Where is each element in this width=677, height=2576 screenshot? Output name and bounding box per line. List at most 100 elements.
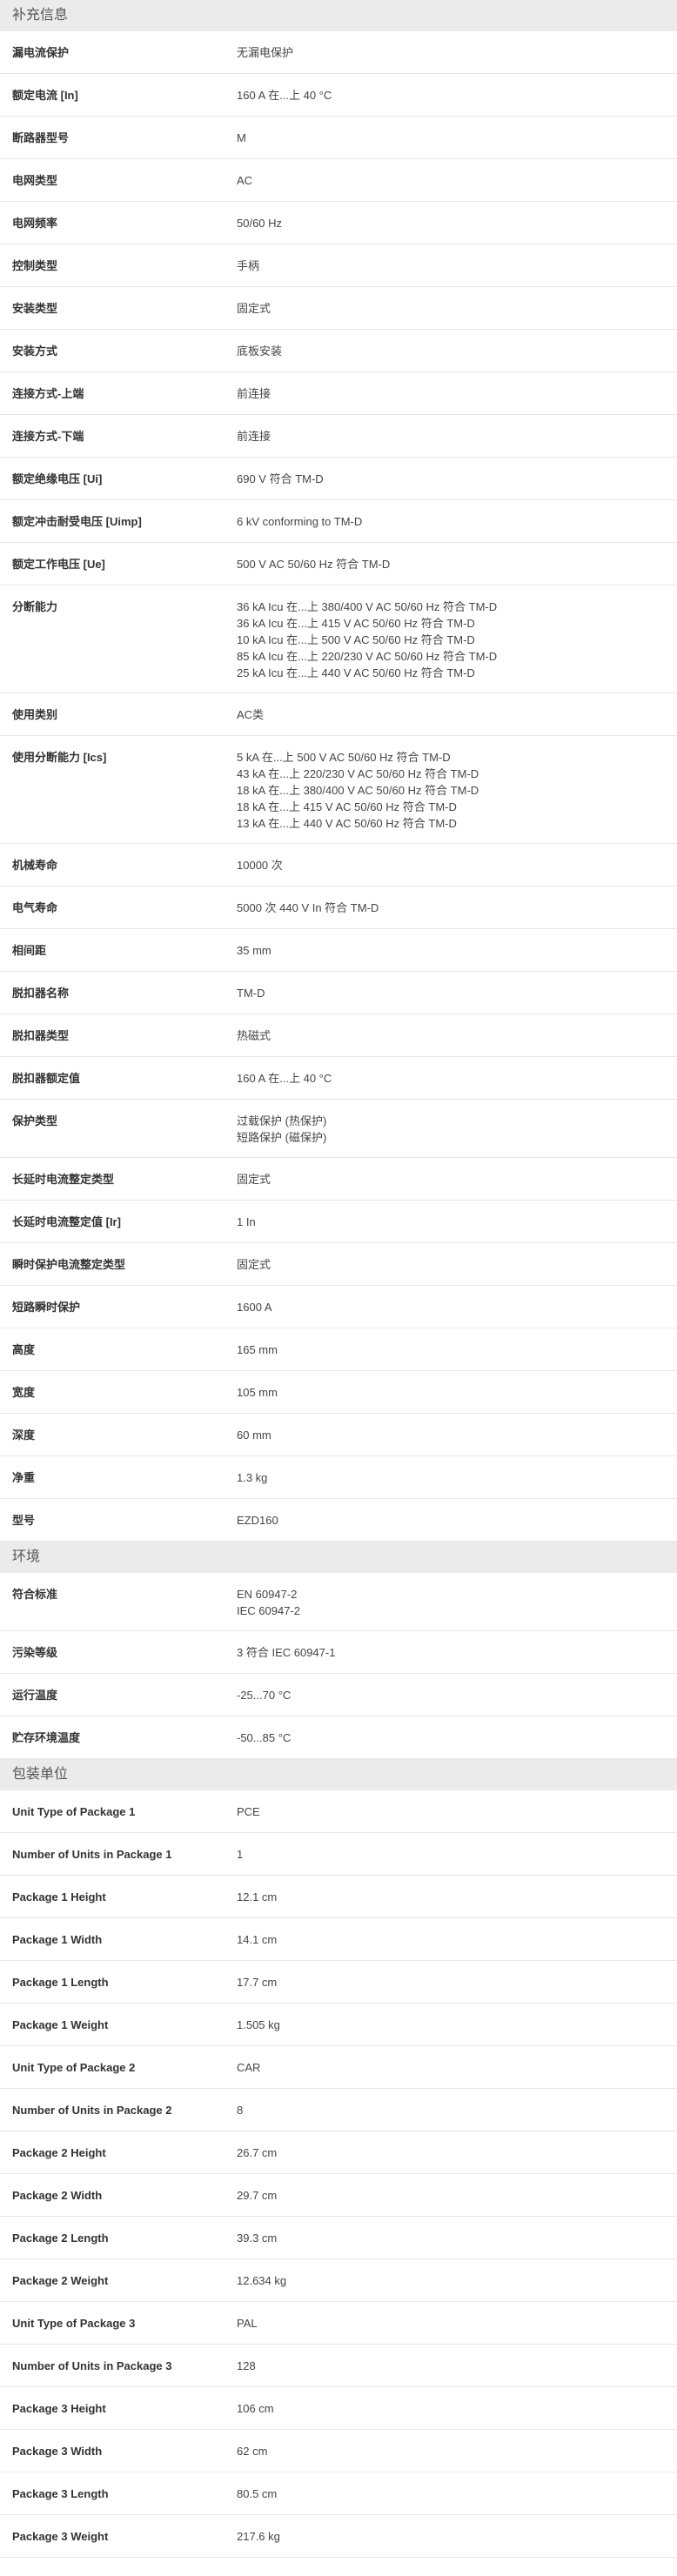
- spec-value: 690 V 符合 TM-D: [226, 471, 677, 488]
- spec-label: 电气寿命: [12, 901, 58, 914]
- spec-value-line: 62 cm: [237, 2445, 268, 2458]
- spec-value-line: 165 mm: [237, 1343, 278, 1356]
- spec-label: 污染等级: [12, 1646, 58, 1659]
- spec-value-line: 128: [237, 2359, 256, 2372]
- spec-value-line: 105 mm: [237, 1386, 278, 1399]
- spec-row: 短路瞬时保护 1600 A: [0, 1286, 677, 1328]
- spec-value: 10000 次: [226, 857, 677, 874]
- spec-label: Package 1 Weight: [12, 2018, 109, 2031]
- spec-value: 60 mm: [226, 1427, 677, 1444]
- spec-value-line: 39.3 cm: [237, 2231, 278, 2245]
- spec-value: 35 mm: [226, 942, 677, 960]
- spec-value: 217.6 kg: [226, 2528, 677, 2546]
- spec-row: 宽度 105 mm: [0, 1371, 677, 1414]
- spec-label: Number of Units in Package 2: [12, 2104, 172, 2117]
- spec-row: 漏电流保护 无漏电保护: [0, 31, 677, 74]
- spec-row: Package 2 Length 39.3 cm: [0, 2217, 677, 2259]
- spec-value-line: 43 kA 在...上 220/230 V AC 50/60 Hz 符合 TM-…: [237, 767, 479, 780]
- spec-value-line: 80.5 cm: [237, 2487, 278, 2500]
- spec-value: EZD160: [226, 1512, 677, 1529]
- spec-row: 分断能力 36 kA Icu 在...上 380/400 V AC 50/60 H…: [0, 585, 677, 693]
- spec-row: Package 1 Width 14.1 cm: [0, 1918, 677, 1961]
- spec-label: 运行温度: [12, 1689, 58, 1702]
- spec-label: Package 3 Height: [12, 2402, 106, 2415]
- spec-value-line: 13 kA 在...上 440 V AC 50/60 Hz 符合 TM-D: [237, 817, 457, 830]
- spec-label: 脱扣器类型: [12, 1029, 70, 1042]
- spec-value: 29.7 cm: [226, 2187, 677, 2205]
- spec-value: PCE: [226, 1803, 677, 1821]
- spec-value: 前连接: [226, 428, 677, 445]
- spec-value-line: 35 mm: [237, 944, 271, 957]
- spec-value-line: 5000 次 440 V In 符合 TM-D: [237, 901, 379, 914]
- spec-value-line: 6 kV conforming to TM-D: [237, 515, 363, 528]
- spec-value-line: 短路保护 (磁保护): [237, 1131, 327, 1144]
- spec-value: 热磁式: [226, 1027, 677, 1045]
- spec-value: EN 60947-2 IEC 60947-2: [226, 1586, 677, 1619]
- spec-row: 安装方式 底板安装: [0, 330, 677, 372]
- spec-row: 额定电流 [In] 160 A 在...上 40 °C: [0, 74, 677, 117]
- spec-value: 12.634 kg: [226, 2272, 677, 2290]
- spec-value: 无漏电保护: [226, 44, 677, 62]
- spec-value-line: 热磁式: [237, 1029, 271, 1042]
- spec-row: 电网频率 50/60 Hz: [0, 202, 677, 244]
- spec-value-line: 10 kA Icu 在...上 500 V AC 50/60 Hz 符合 TM-…: [237, 633, 475, 646]
- spec-row: 高度 165 mm: [0, 1328, 677, 1371]
- spec-value: 1 In: [226, 1214, 677, 1231]
- spec-value-line: 8: [237, 2104, 244, 2117]
- spec-value-line: 18 kA 在...上 415 V AC 50/60 Hz 符合 TM-D: [237, 800, 457, 813]
- spec-row: 使用分断能力 [Ics] 5 kA 在...上 500 V AC 50/60 Hz…: [0, 736, 677, 844]
- spec-row: 安装类型 固定式: [0, 287, 677, 330]
- spec-value: PAL: [226, 2315, 677, 2332]
- spec-value-line: 1600 A: [237, 1301, 272, 1314]
- spec-label: Package 2 Height: [12, 2146, 106, 2159]
- spec-value-line: 1.505 kg: [237, 2018, 280, 2031]
- spec-value: 36 kA Icu 在...上 380/400 V AC 50/60 Hz 符合…: [226, 599, 677, 681]
- spec-value: 105 mm: [226, 1384, 677, 1402]
- spec-value: CAR: [226, 2059, 677, 2077]
- spec-label: 净重: [12, 1471, 36, 1484]
- spec-value-line: 14.1 cm: [237, 1933, 278, 1946]
- spec-row: 额定工作电压 [Ue] 500 V AC 50/60 Hz 符合 TM-D: [0, 543, 677, 585]
- spec-value-line: 217.6 kg: [237, 2530, 280, 2543]
- spec-value-line: 500 V AC 50/60 Hz 符合 TM-D: [237, 558, 391, 571]
- spec-value-line: 过载保护 (热保护): [237, 1114, 327, 1127]
- spec-row: 型号 EZD160: [0, 1499, 677, 1542]
- spec-label: 高度: [12, 1343, 36, 1356]
- spec-label: 长延时电流整定值 [Ir]: [12, 1215, 121, 1228]
- spec-row: Unit Type of Package 3 PAL: [0, 2302, 677, 2345]
- spec-value: AC类: [226, 706, 677, 724]
- spec-value: 过载保护 (热保护) 短路保护 (磁保护): [226, 1113, 677, 1146]
- spec-value-line: 36 kA Icu 在...上 380/400 V AC 50/60 Hz 符合…: [237, 600, 498, 613]
- spec-row: 长延时电流整定值 [Ir] 1 In: [0, 1201, 677, 1243]
- section-header: 环境: [0, 1542, 677, 1573]
- spec-value-line: 85 kA Icu 在...上 220/230 V AC 50/60 Hz 符合…: [237, 650, 498, 663]
- spec-value-line: 160 A 在...上 40 °C: [237, 89, 332, 102]
- spec-value: 固定式: [226, 1171, 677, 1188]
- spec-label: 安装类型: [12, 302, 58, 315]
- spec-value-line: 106 cm: [237, 2402, 274, 2415]
- spec-label: Package 1 Height: [12, 1890, 106, 1904]
- spec-value: 12.1 cm: [226, 1889, 677, 1906]
- spec-value: 165 mm: [226, 1342, 677, 1359]
- spec-label: Package 2 Weight: [12, 2274, 109, 2287]
- section-header: 包装单位: [0, 1759, 677, 1790]
- spec-label: 长延时电流整定类型: [12, 1173, 115, 1186]
- spec-value-line: 前连接: [237, 430, 271, 443]
- spec-row: 脱扣器类型 热磁式: [0, 1014, 677, 1057]
- spec-label: 瞬时保护电流整定类型: [12, 1258, 126, 1271]
- spec-label: Package 3 Weight: [12, 2530, 109, 2543]
- spec-value-line: TM-D: [237, 987, 265, 1000]
- spec-value: 5000 次 440 V In 符合 TM-D: [226, 900, 677, 917]
- spec-label: 相间距: [12, 944, 47, 957]
- spec-row: 脱扣器额定值 160 A 在...上 40 °C: [0, 1057, 677, 1100]
- spec-row: 额定绝缘电压 [Ui] 690 V 符合 TM-D: [0, 458, 677, 500]
- spec-label: 型号: [12, 1514, 36, 1527]
- spec-label: 保护类型: [12, 1114, 58, 1127]
- spec-label: 电网类型: [12, 174, 58, 187]
- spec-value-line: IEC 60947-2: [237, 1604, 300, 1617]
- spec-row: 保护类型 过载保护 (热保护) 短路保护 (磁保护): [0, 1100, 677, 1158]
- spec-row: Package 1 Weight 1.505 kg: [0, 2004, 677, 2046]
- spec-value: AC: [226, 172, 677, 190]
- spec-value-line: 50/60 Hz: [237, 217, 283, 230]
- spec-value: 14.1 cm: [226, 1931, 677, 1949]
